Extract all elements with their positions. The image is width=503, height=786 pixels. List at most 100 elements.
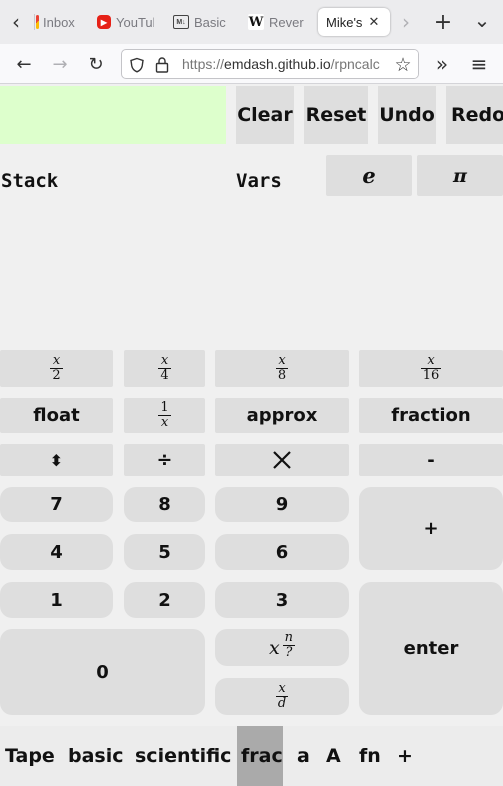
tab-frac[interactable]: frac (237, 726, 283, 786)
divide-button[interactable]: ÷ (124, 444, 205, 476)
digit-7-button[interactable]: 7 (0, 487, 113, 522)
browser-tab-strip: ‹ Inbox ▶ YouTube M↓ Basic W Reverse Mik… (0, 0, 503, 44)
youtube-icon: ▶ (97, 15, 111, 29)
divide-by-8-button[interactable]: x8 (215, 350, 349, 387)
digit-2-button[interactable]: 2 (124, 582, 205, 618)
redo-button[interactable]: Redo (446, 86, 503, 144)
digit-1-button[interactable]: 1 (0, 582, 113, 618)
tab-fn[interactable]: fn (359, 726, 381, 786)
fraction-button[interactable]: fraction (359, 398, 503, 433)
denominator: d (277, 696, 287, 711)
tab-mikes[interactable]: Mike's ✕ (318, 8, 390, 36)
url-host: emdash.github.io (224, 56, 331, 72)
tab-youtube[interactable]: ▶ YouTube (97, 8, 154, 36)
fraction-x-over-2: x2 (50, 353, 63, 383)
denominator: 4 (160, 368, 169, 383)
rpn-input-field[interactable] (0, 86, 226, 144)
power-base: x (268, 636, 280, 659)
pi-constant-button[interactable]: π (417, 155, 503, 196)
tab-label: Mike's (326, 14, 363, 30)
digit-8-button[interactable]: 8 (124, 487, 205, 522)
tab-a-lower[interactable]: a (297, 726, 310, 786)
reciprocal-button[interactable]: 1x (124, 398, 205, 433)
divide-by-4-button[interactable]: x4 (124, 350, 205, 387)
numerator: 1 (160, 400, 169, 415)
subtract-button[interactable]: - (359, 444, 503, 476)
new-tab-icon[interactable]: + (432, 10, 454, 35)
navigation-toolbar: ← → ↻ https://emdash.github.io/rpncalc ☆… (0, 44, 503, 84)
overflow-icon[interactable]: » (430, 52, 454, 76)
multiply-button[interactable] (215, 444, 349, 476)
tab-label: Reverse (269, 14, 304, 30)
numerator: x (278, 353, 286, 368)
tab-a-upper[interactable]: A (326, 726, 341, 786)
numerator: x (427, 353, 435, 368)
denominator: x (160, 415, 169, 430)
swap-button[interactable]: ⬍ (0, 444, 113, 476)
lock-icon[interactable] (155, 56, 169, 73)
tab-basic[interactable]: M↓ Basic (173, 8, 227, 36)
float-button[interactable]: float (0, 398, 113, 433)
digit-5-button[interactable]: 5 (124, 534, 205, 570)
digit-4-button[interactable]: 4 (0, 534, 113, 570)
bookmark-star-icon[interactable]: ☆ (386, 50, 418, 78)
digit-0-button[interactable]: 0 (0, 629, 205, 715)
multiply-icon (273, 451, 291, 469)
close-tab-icon[interactable]: ✕ (368, 14, 379, 30)
fraction-1-over-x: 1x (158, 400, 171, 430)
markdown-icon: M↓ (173, 15, 189, 29)
url-text[interactable]: https://emdash.github.io/rpncalc (182, 56, 380, 72)
fraction-x-over-16: x 16 (420, 353, 442, 383)
wikipedia-icon: W (248, 14, 264, 30)
power-fraction-button[interactable]: x n? (215, 629, 349, 666)
numerator: x (278, 681, 286, 696)
tab-label: YouTube (116, 14, 154, 30)
list-all-tabs-icon[interactable]: ⌄ (470, 8, 494, 32)
scroll-tabs-back-icon[interactable]: ‹ (6, 10, 26, 34)
tab-scientific[interactable]: scientific (135, 726, 231, 786)
url-bar[interactable]: https://emdash.github.io/rpncalc ☆ (121, 49, 419, 79)
stack-label: Stack (1, 170, 59, 192)
tab-inbox[interactable]: Inbox (36, 8, 80, 36)
site-shield-icon[interactable] (129, 57, 145, 73)
digit-6-button[interactable]: 6 (215, 534, 349, 570)
fraction-x-over-8: x8 (275, 353, 289, 383)
e-constant-button[interactable]: e (326, 155, 412, 196)
url-scheme: https:// (182, 56, 225, 72)
tab-add[interactable]: + (397, 726, 413, 786)
tab-separator (34, 14, 35, 30)
enter-button[interactable]: enter (359, 582, 503, 715)
tab-reverse[interactable]: W Reverse (248, 8, 304, 36)
digit-3-button[interactable]: 3 (215, 582, 349, 618)
bottom-tab-bar: Tape basic scientific frac a A fn + (0, 726, 503, 786)
fraction-n-over-q: n? (282, 631, 296, 660)
vars-label: Vars (236, 170, 282, 192)
app-menu-icon[interactable]: ≡ (467, 52, 491, 76)
clear-button[interactable]: Clear (236, 86, 294, 144)
approx-button[interactable]: approx (215, 398, 349, 433)
undo-button[interactable]: Undo (378, 86, 436, 144)
reload-icon[interactable]: ↻ (84, 52, 108, 76)
denominator: 2 (52, 368, 61, 383)
stack-area (0, 196, 503, 348)
denominator: ? (285, 645, 293, 660)
divide-by-16-button[interactable]: x 16 (359, 350, 503, 387)
divide-by-d-button[interactable]: xd (215, 678, 349, 715)
back-icon[interactable]: ← (12, 52, 36, 76)
reset-button[interactable]: Reset (304, 86, 368, 144)
tab-basic[interactable]: basic (68, 726, 124, 786)
forward-icon[interactable]: → (48, 52, 72, 76)
fraction-x-over-d: xd (275, 681, 289, 711)
gmail-icon (36, 15, 39, 29)
tab-label: Inbox (43, 14, 75, 30)
tab-tape[interactable]: Tape (5, 726, 55, 786)
divide-by-2-button[interactable]: x2 (0, 350, 113, 387)
add-button[interactable]: + (359, 487, 503, 570)
denominator: 8 (277, 368, 287, 383)
digit-9-button[interactable]: 9 (215, 487, 349, 522)
numerator: x (52, 353, 61, 368)
denominator: 16 (422, 368, 440, 383)
scroll-tabs-forward-icon[interactable]: › (398, 10, 414, 34)
numerator: x (160, 353, 169, 368)
url-path: /rpncalc (330, 56, 380, 72)
